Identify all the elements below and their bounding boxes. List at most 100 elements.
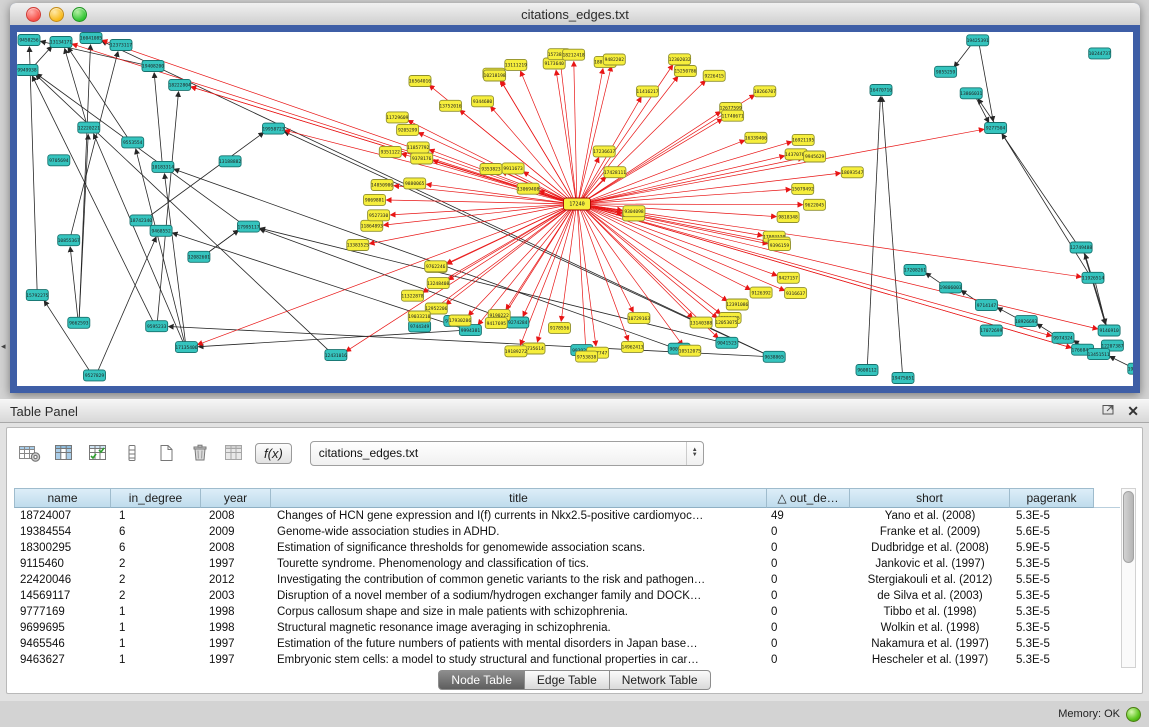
network-node[interactable]: 13451511	[1088, 349, 1110, 360]
network-node[interactable]: 18266707	[754, 86, 776, 97]
network-node[interactable]: 9482202	[603, 54, 625, 65]
network-node[interactable]: 9527829	[84, 370, 106, 381]
network-node[interactable]: 9762246	[425, 261, 447, 272]
new-file-icon[interactable]	[151, 440, 181, 466]
scrollbar-thumb[interactable]	[1123, 491, 1134, 563]
network-node[interactable]: 9880065	[404, 178, 426, 189]
table-vertical-scrollbar[interactable]	[1121, 488, 1136, 668]
network-node[interactable]: 16041085	[80, 33, 102, 44]
network-node[interactable]: 10855367	[58, 235, 80, 246]
network-node[interactable]: 9396159	[769, 240, 791, 251]
column-header-pagerank[interactable]: pagerank	[1010, 488, 1094, 508]
network-node[interactable]: 9855259	[935, 66, 957, 77]
network-node[interactable]: 19866179	[1128, 363, 1133, 374]
network-node[interactable]: 11864893	[361, 220, 383, 231]
network-node[interactable]: 9351122	[379, 146, 401, 157]
network-node[interactable]: 12082601	[188, 251, 210, 262]
network-node[interactable]: 9277504	[985, 123, 1007, 134]
column-header-out_degree[interactable]: △ out_de…	[767, 488, 850, 508]
network-node[interactable]: 12391086	[726, 299, 748, 310]
network-node[interactable]: 17236637	[593, 146, 615, 157]
show-columns-icon[interactable]	[49, 440, 79, 466]
network-node[interactable]: 13383525	[347, 240, 369, 251]
network-node[interactable]: 13140388	[690, 317, 712, 328]
network-node[interactable]: 9126392	[750, 287, 772, 298]
table-row[interactable]: 1456911722003Disruption of a novel membe…	[14, 588, 1120, 604]
network-node[interactable]: 9417695	[485, 318, 507, 329]
network-node[interactable]: 18222804	[169, 79, 191, 90]
network-node[interactable]: 9949938	[17, 65, 38, 76]
network-canvas[interactable]: 9458256131341711604108512373117994993819…	[17, 32, 1133, 386]
tab-edge-table[interactable]: Edge Table	[525, 670, 610, 690]
import-table-icon[interactable]	[83, 440, 113, 466]
tab-network-table[interactable]: Network Table	[610, 670, 711, 690]
network-node[interactable]: 11729609	[386, 112, 408, 123]
network-node[interactable]: 9146910	[1098, 325, 1120, 336]
network-node[interactable]: 9911673	[502, 163, 524, 174]
network-node[interactable]: 16339406	[745, 132, 767, 143]
network-node[interactable]: 9353823	[480, 164, 502, 175]
network-node[interactable]: 19189272	[505, 346, 527, 357]
network-node[interactable]: 9527330	[368, 210, 390, 221]
memory-status-indicator[interactable]	[1126, 707, 1141, 722]
delete-rows-trash-icon[interactable]	[185, 440, 215, 466]
column-header-name[interactable]: name	[14, 488, 111, 508]
column-header-year[interactable]: year	[201, 488, 271, 508]
minimize-window-button[interactable]	[49, 7, 64, 22]
network-node[interactable]: 17208261	[904, 265, 926, 276]
table-row[interactable]: 2242004622012Investigating the contribut…	[14, 572, 1120, 588]
network-node[interactable]: 9818348	[777, 212, 799, 223]
network-node[interactable]: 13248408	[427, 278, 449, 289]
network-node[interactable]: 9595233	[146, 321, 168, 332]
table-row[interactable]: 977716911998Corpus callosum shape and si…	[14, 604, 1120, 620]
network-node[interactable]: 17428111	[604, 167, 626, 178]
network-node[interactable]: 13111219	[505, 59, 527, 70]
network-node[interactable]: 18926693	[1015, 316, 1037, 327]
delete-table-icon[interactable]	[219, 440, 249, 466]
network-node[interactable]: 10183314	[152, 161, 174, 172]
network-node[interactable]: 14850906	[371, 180, 393, 191]
network-node[interactable]: 10244737	[1089, 48, 1111, 59]
column-selector-icon[interactable]	[117, 440, 147, 466]
table-settings-icon[interactable]	[15, 440, 45, 466]
network-node[interactable]: 9304098	[623, 206, 645, 217]
float-panel-icon[interactable]	[1102, 402, 1115, 420]
network-node[interactable]: 9705694	[48, 155, 70, 166]
table-row[interactable]: 1938455462009Genome-wide association stu…	[14, 524, 1120, 540]
network-node[interactable]: 19806003	[939, 282, 961, 293]
network-node[interactable]: 9178556	[549, 322, 571, 333]
network-node[interactable]: 9638865	[763, 351, 785, 362]
network-node[interactable]: 19425391	[967, 35, 989, 46]
network-node[interactable]: 14962413	[621, 341, 643, 352]
network-node[interactable]: 17072699	[980, 325, 1002, 336]
network-node[interactable]: 12373117	[110, 40, 132, 51]
function-builder-button[interactable]: f(x)	[255, 443, 292, 464]
network-node[interactable]: 13752016	[439, 100, 461, 111]
table-row[interactable]: 1830029562008Estimation of significance …	[14, 540, 1120, 556]
network-node[interactable]: 18212418	[562, 49, 584, 60]
network-node[interactable]: 13866031	[960, 88, 982, 99]
network-node[interactable]: 18693547	[841, 167, 863, 178]
network-node[interactable]: 19408200	[142, 61, 164, 72]
network-node[interactable]: 17930286	[449, 315, 471, 326]
network-node[interactable]: 10512075	[679, 345, 701, 356]
network-node[interactable]: 15792275	[26, 290, 48, 301]
network-node[interactable]: 9662593	[68, 317, 90, 328]
close-panel-icon[interactable]: ✕	[1127, 404, 1139, 418]
network-node[interactable]: 11322878	[401, 290, 423, 301]
network-node[interactable]: 9945629	[804, 151, 826, 162]
network-node[interactable]: 9378176	[411, 153, 433, 164]
column-header-short[interactable]: short	[850, 488, 1010, 508]
network-node[interactable]: 15250786	[674, 66, 696, 77]
network-node[interactable]: 9316637	[785, 288, 807, 299]
network-node[interactable]: 11416217	[636, 86, 658, 97]
network-node[interactable]: 12220221	[78, 122, 100, 133]
table-select[interactable]: citations_edges.txt ▲▼	[310, 441, 704, 466]
network-node[interactable]: 9226415	[703, 70, 725, 81]
network-canvas-svg[interactable]: 9458256131341711604108512373117994993819…	[17, 32, 1133, 386]
network-node[interactable]: 9622045	[804, 199, 826, 210]
network-node[interactable]: 16564016	[409, 76, 431, 87]
network-node[interactable]: 13069408	[517, 183, 539, 194]
network-node[interactable]: 9041523	[716, 337, 738, 348]
network-node[interactable]: 19475051	[892, 373, 914, 384]
